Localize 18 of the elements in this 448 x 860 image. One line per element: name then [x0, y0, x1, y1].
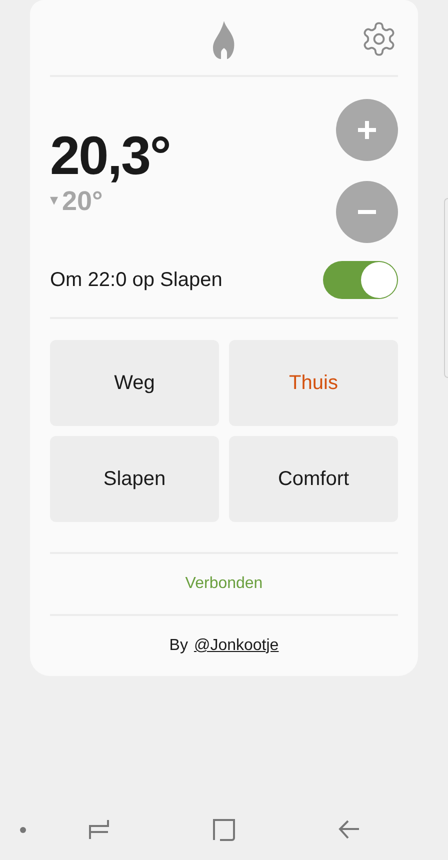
flame-icon	[212, 20, 236, 58]
mode-button[interactable]: Comfort	[229, 436, 398, 522]
connection-status: Verbonden	[185, 574, 263, 594]
back-icon[interactable]	[338, 820, 360, 840]
home-icon[interactable]	[213, 819, 235, 841]
plus-icon	[357, 120, 377, 140]
current-temperature: 20,3°	[50, 126, 170, 186]
mode-button[interactable]: Slapen	[50, 436, 219, 522]
mode-button[interactable]: Thuis	[229, 340, 398, 426]
setpoint-temperature: 20°	[62, 186, 103, 216]
mode-button[interactable]: Weg	[50, 340, 219, 426]
schedule-label: Om 22:0 op Slapen	[50, 268, 222, 293]
minus-icon	[357, 209, 377, 215]
setpoint-arrow: ▾	[50, 191, 58, 211]
recent-apps-icon[interactable]	[88, 819, 110, 841]
credit-label: By	[169, 636, 188, 656]
author-link[interactable]: @Jonkootje	[194, 634, 279, 658]
schedule-toggle[interactable]	[323, 261, 398, 299]
